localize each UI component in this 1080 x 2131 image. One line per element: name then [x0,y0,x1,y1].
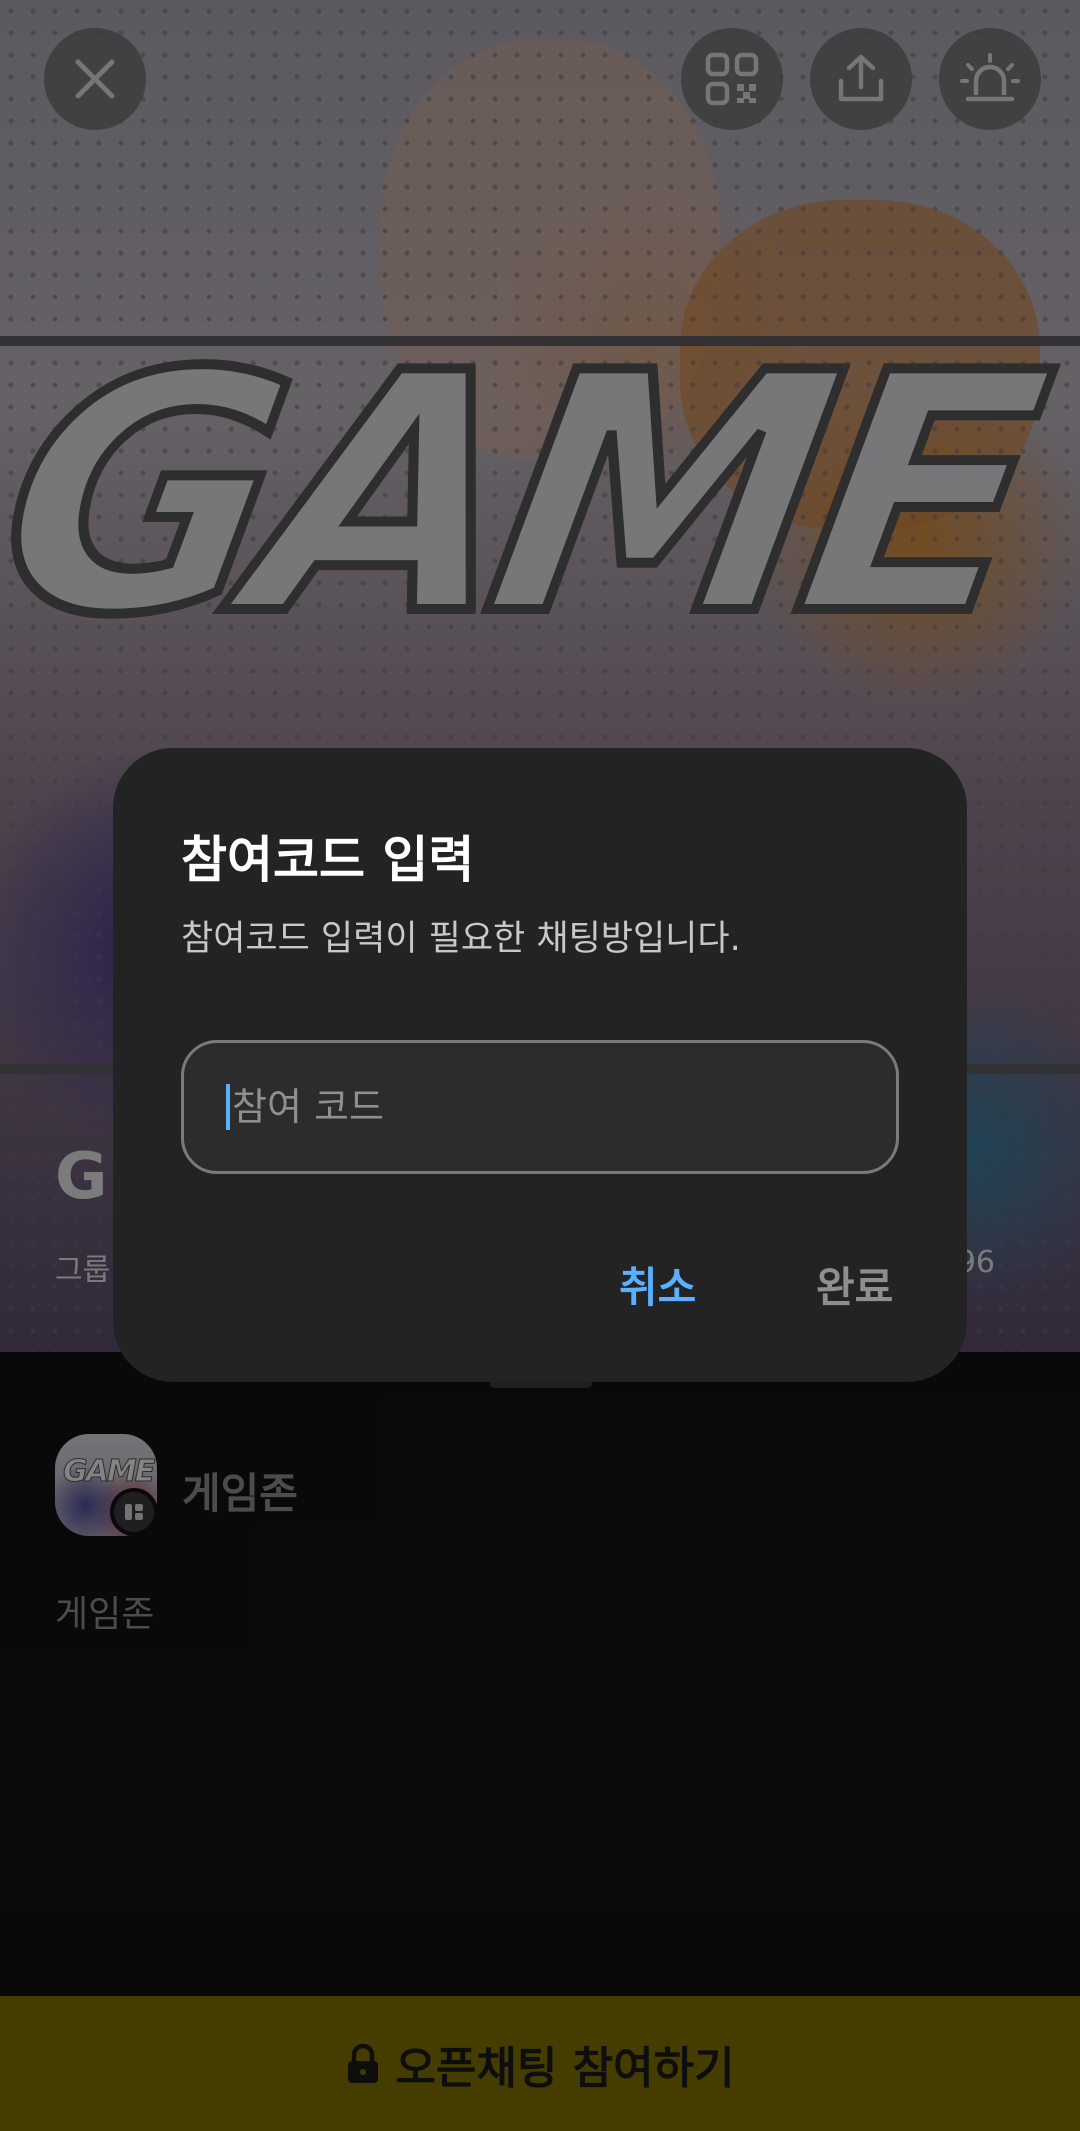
join-code-field[interactable] [181,1040,899,1174]
cancel-button[interactable]: 취소 [619,1254,696,1315]
join-code-input[interactable] [232,1085,832,1129]
dialog-subtitle: 참여코드 입력이 필요한 채팅방입니다. [181,919,741,959]
dialog-title: 참여코드 입력 [181,831,475,889]
join-code-dialog: 참여코드 입력 참여코드 입력이 필요한 채팅방입니다. 취소 완료 [113,748,967,1382]
done-button[interactable]: 완료 [816,1254,893,1315]
text-caret [226,1084,230,1130]
